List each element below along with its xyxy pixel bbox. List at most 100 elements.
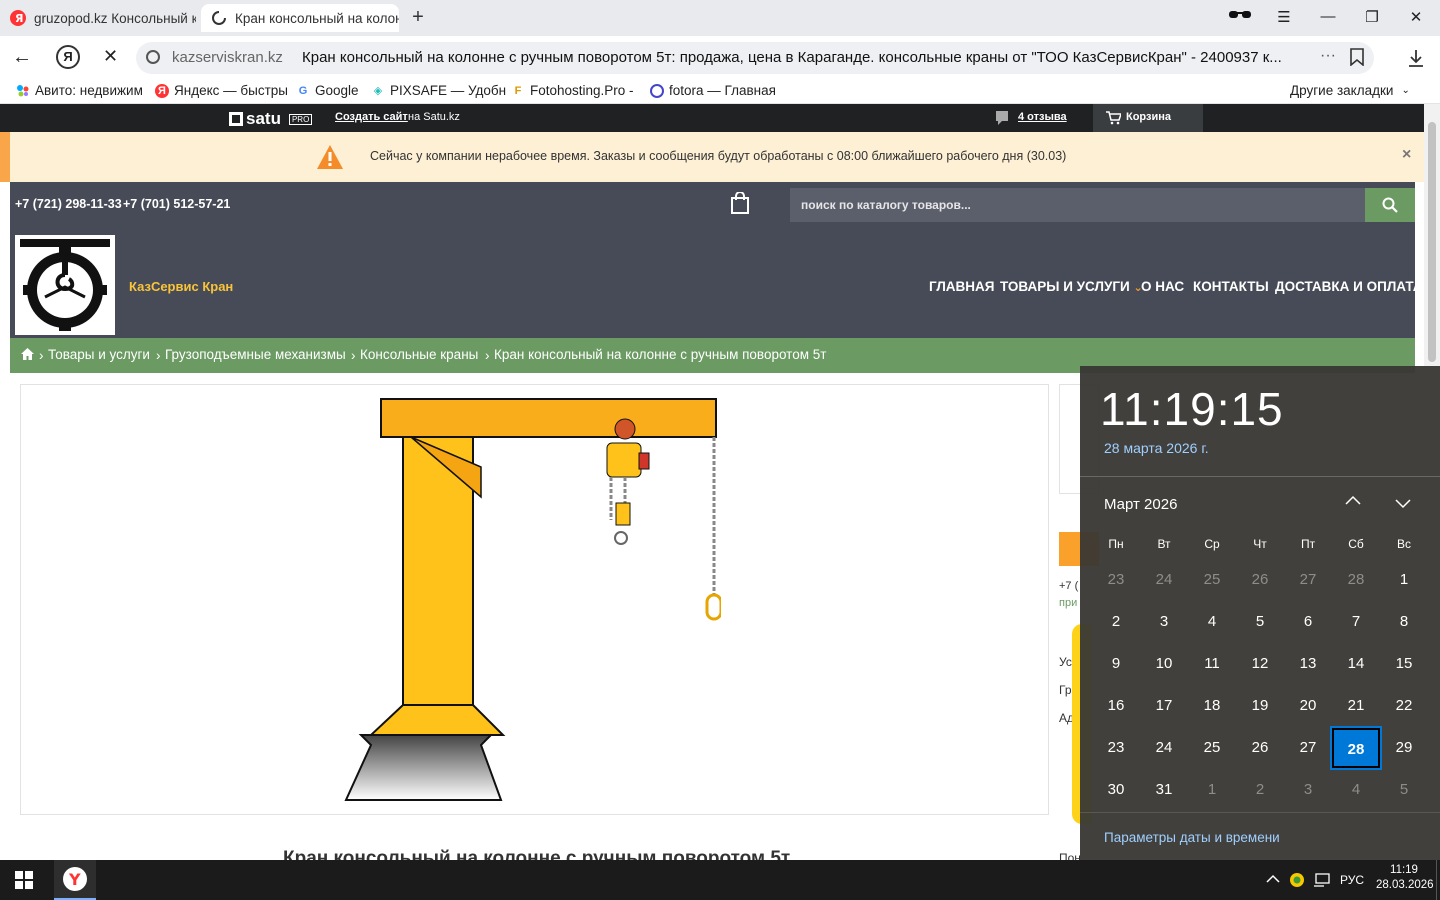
chevron-down-icon[interactable] <box>1394 498 1412 513</box>
search-button[interactable] <box>1365 188 1415 222</box>
calendar-day[interactable]: 18 <box>1188 686 1236 726</box>
create-site-link[interactable]: Создать сайт <box>335 111 408 123</box>
calendar-day[interactable]: 6 <box>1284 602 1332 642</box>
side-link[interactable]: при <box>1059 597 1077 609</box>
date-time-settings-link[interactable]: Параметры даты и времени <box>1104 830 1280 845</box>
calendar-day[interactable]: 1 <box>1380 560 1428 600</box>
new-tab-button[interactable]: + <box>406 6 430 30</box>
calendar-day[interactable]: 5 <box>1380 770 1428 810</box>
language-indicator[interactable]: РУС <box>1340 873 1364 887</box>
calendar-day[interactable]: 23 <box>1092 560 1140 600</box>
calendar-day[interactable]: 27 <box>1284 560 1332 600</box>
calendar-day[interactable]: 17 <box>1140 686 1188 726</box>
calendar-day[interactable]: 13 <box>1284 644 1332 684</box>
tray-app-icon[interactable] <box>1289 872 1305 891</box>
bookmark-pixsafe[interactable]: ◈ PIXSAFE — Удобн <box>371 83 506 98</box>
calendar-day[interactable]: 14 <box>1332 644 1380 684</box>
home-icon[interactable] <box>20 347 35 364</box>
calendar-day[interactable]: 24 <box>1140 560 1188 600</box>
calendar-day[interactable]: 23 <box>1092 728 1140 768</box>
menu-icon[interactable]: ☰ <box>1264 8 1304 26</box>
close-window-icon[interactable]: ✕ <box>1396 8 1436 26</box>
scrollbar-thumb[interactable] <box>1428 122 1436 362</box>
calendar-day[interactable]: 11 <box>1188 644 1236 684</box>
nav-contacts[interactable]: КОНТАКТЫ <box>1193 279 1269 294</box>
calendar-day[interactable]: 10 <box>1140 644 1188 684</box>
breadcrumb-products[interactable]: Товары и услуги <box>48 347 150 362</box>
back-icon[interactable]: ← <box>12 46 32 69</box>
company-name[interactable]: КазСервис Кран <box>129 279 233 294</box>
calendar-day[interactable]: 21 <box>1332 686 1380 726</box>
calendar-day[interactable]: 16 <box>1092 686 1140 726</box>
nav-home[interactable]: ГЛАВНАЯ <box>929 279 995 294</box>
satu-logo[interactable]: satu PRO <box>229 109 313 129</box>
phone-1[interactable]: +7 (721) 298-11-33 <box>15 197 122 211</box>
search-input[interactable]: поиск по каталогу товаров... <box>790 188 1365 222</box>
calendar-day[interactable]: 12 <box>1236 644 1284 684</box>
minimize-icon[interactable]: — <box>1308 8 1348 25</box>
calendar-day[interactable]: 3 <box>1140 602 1188 642</box>
calendar-day[interactable]: 2 <box>1092 602 1140 642</box>
yandex-browser-taskbar-button[interactable]: Y <box>54 860 96 900</box>
tab-kazserviskran[interactable]: Кран консольный на колонне <box>201 4 399 32</box>
calendar-day[interactable]: 1 <box>1188 770 1236 810</box>
downloads-icon[interactable] <box>1406 48 1426 71</box>
cart-button[interactable]: Корзина <box>1093 104 1203 132</box>
calendar-day[interactable]: 8 <box>1380 602 1428 642</box>
network-icon[interactable] <box>1313 872 1331 891</box>
notice-close-icon[interactable]: × <box>1402 146 1411 164</box>
calendar-day[interactable]: 30 <box>1092 770 1140 810</box>
nav-about[interactable]: О НАС <box>1141 279 1184 294</box>
incognito-icon[interactable] <box>1220 8 1260 26</box>
phone-2[interactable]: +7 (701) 512-57-21 <box>123 197 230 211</box>
clock-date[interactable]: 28 марта 2026 г. <box>1104 440 1209 456</box>
calendar-day[interactable]: 22 <box>1380 686 1428 726</box>
nav-delivery[interactable]: ДОСТАВКА И ОПЛАТА <box>1275 279 1423 294</box>
show-desktop-button[interactable] <box>1436 860 1440 900</box>
calendar-day-today[interactable]: 28 <box>1330 726 1382 770</box>
calendar-day[interactable]: 3 <box>1284 770 1332 810</box>
bookmark-yandex[interactable]: Я Яндекс — быстры <box>155 83 288 98</box>
side-phone[interactable]: +7 ( <box>1059 580 1078 592</box>
yandex-home-icon[interactable]: Я <box>56 45 80 69</box>
product-image-frame[interactable] <box>20 384 1049 815</box>
bookmark-avito[interactable]: Авито: недвижим <box>16 83 143 98</box>
calendar-day[interactable]: 2 <box>1236 770 1284 810</box>
reviews-link[interactable]: 4 отзыва <box>1018 111 1067 123</box>
calendar-day[interactable]: 27 <box>1284 728 1332 768</box>
calendar-month[interactable]: Март 2026 <box>1104 496 1177 513</box>
company-logo[interactable] <box>15 235 115 335</box>
calendar-day[interactable]: 25 <box>1188 728 1236 768</box>
calendar-day[interactable]: 15 <box>1380 644 1428 684</box>
calendar-day[interactable]: 7 <box>1332 602 1380 642</box>
stop-loading-icon[interactable]: ✕ <box>103 46 118 67</box>
calendar-day[interactable]: 28 <box>1332 560 1380 600</box>
shopping-bag-icon[interactable] <box>731 191 749 217</box>
bookmark-fotora[interactable]: fotora — Главная <box>650 83 776 98</box>
windows-start-icon[interactable] <box>15 871 33 892</box>
tray-expand-icon[interactable] <box>1266 872 1280 887</box>
calendar-day[interactable]: 26 <box>1236 560 1284 600</box>
restore-icon[interactable]: ❐ <box>1352 8 1392 26</box>
other-bookmarks[interactable]: Другие закладки ⌄ <box>1290 83 1410 98</box>
bookmark-google[interactable]: G Google <box>296 83 359 98</box>
taskbar-clock[interactable]: 11:19 28.03.2026 <box>1376 864 1434 891</box>
bookmark-fotohosting[interactable]: F Fotohosting.Pro - <box>511 83 634 98</box>
calendar-day[interactable]: 31 <box>1140 770 1188 810</box>
breadcrumb-jib-cranes[interactable]: Консольные краны <box>360 347 478 362</box>
nav-products[interactable]: ТОВАРЫ И УСЛУГИ ⌄ <box>1000 279 1143 294</box>
calendar-day[interactable]: 25 <box>1188 560 1236 600</box>
bookmark-icon[interactable] <box>1350 48 1364 69</box>
calendar-day[interactable]: 5 <box>1236 602 1284 642</box>
chevron-up-icon[interactable] <box>1344 494 1362 509</box>
calendar-day[interactable]: 4 <box>1332 770 1380 810</box>
calendar-day[interactable]: 29 <box>1380 728 1428 768</box>
calendar-day[interactable]: 20 <box>1284 686 1332 726</box>
calendar-day[interactable]: 9 <box>1092 644 1140 684</box>
more-icon[interactable]: ··· <box>1320 47 1336 65</box>
calendar-day[interactable]: 26 <box>1236 728 1284 768</box>
calendar-day[interactable]: 19 <box>1236 686 1284 726</box>
site-info-icon[interactable] <box>146 50 160 64</box>
calendar-day[interactable]: 24 <box>1140 728 1188 768</box>
tab-gruzopod[interactable]: Я gruzopod.kz Консольный кран <box>0 4 196 32</box>
